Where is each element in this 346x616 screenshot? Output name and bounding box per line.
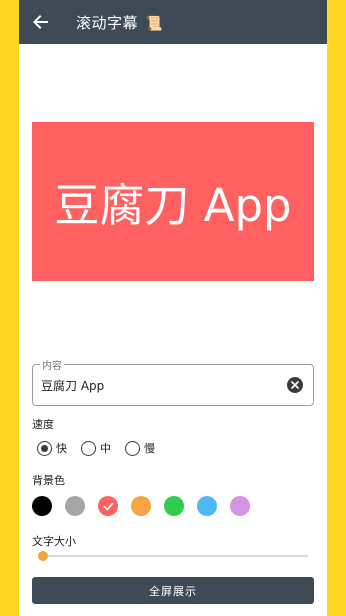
app-bar: 滚动字幕 📜	[19, 0, 327, 44]
fullscreen-button[interactable]: 全屏展示	[32, 577, 314, 604]
radio-selected-dot	[41, 444, 48, 452]
content-field-label: 内容	[40, 357, 64, 372]
speed-option-1[interactable]: 中	[81, 440, 111, 456]
color-swatch-4[interactable]	[164, 496, 184, 516]
color-swatch-1[interactable]	[65, 496, 85, 516]
text-size-slider[interactable]	[38, 551, 308, 561]
marquee-preview-text: 豆腐刀 App	[54, 179, 292, 232]
background-color-label: 背景色	[32, 474, 65, 487]
color-swatch-5[interactable]	[197, 496, 217, 516]
fullscreen-button-label: 全屏展示	[149, 584, 197, 598]
radio-button-icon	[81, 440, 96, 456]
color-swatch-6[interactable]	[230, 496, 250, 516]
page-title: 滚动字幕 📜	[76, 12, 163, 33]
speed-option-label: 快	[56, 442, 67, 455]
text-size-label: 文字大小	[32, 535, 76, 548]
radio-button-icon	[37, 440, 52, 456]
text-size-slider-thumb[interactable]	[38, 551, 49, 561]
arrow-back-icon	[33, 15, 48, 29]
content-field: 内容	[32, 357, 314, 406]
clear-icon	[291, 381, 299, 389]
speed-option-0[interactable]: 快	[37, 440, 67, 456]
marquee-preview: 豆腐刀 App	[32, 122, 314, 281]
speed-radio-group: 快中慢	[37, 440, 169, 456]
color-swatch-3[interactable]	[131, 496, 151, 516]
scroll-icon: 📜	[145, 16, 164, 32]
speed-option-label: 中	[100, 442, 111, 455]
back-button[interactable]	[29, 10, 53, 34]
check-icon	[103, 502, 113, 510]
clear-button[interactable]	[287, 377, 303, 393]
content-input[interactable]	[41, 376, 281, 394]
color-swatch-0[interactable]	[32, 496, 52, 516]
speed-option-label: 慢	[144, 442, 155, 455]
app-screen: 滚动字幕 📜 豆腐刀 App 内容 速度 快 中 慢 背景色 文字大小 全屏展示	[19, 0, 327, 616]
color-swatch-2[interactable]	[98, 496, 118, 516]
radio-button-icon	[125, 440, 140, 456]
speed-option-2[interactable]: 慢	[125, 440, 155, 456]
speed-label: 速度	[32, 418, 54, 431]
color-swatches	[32, 496, 263, 516]
page-title-text: 滚动字幕	[76, 14, 139, 32]
